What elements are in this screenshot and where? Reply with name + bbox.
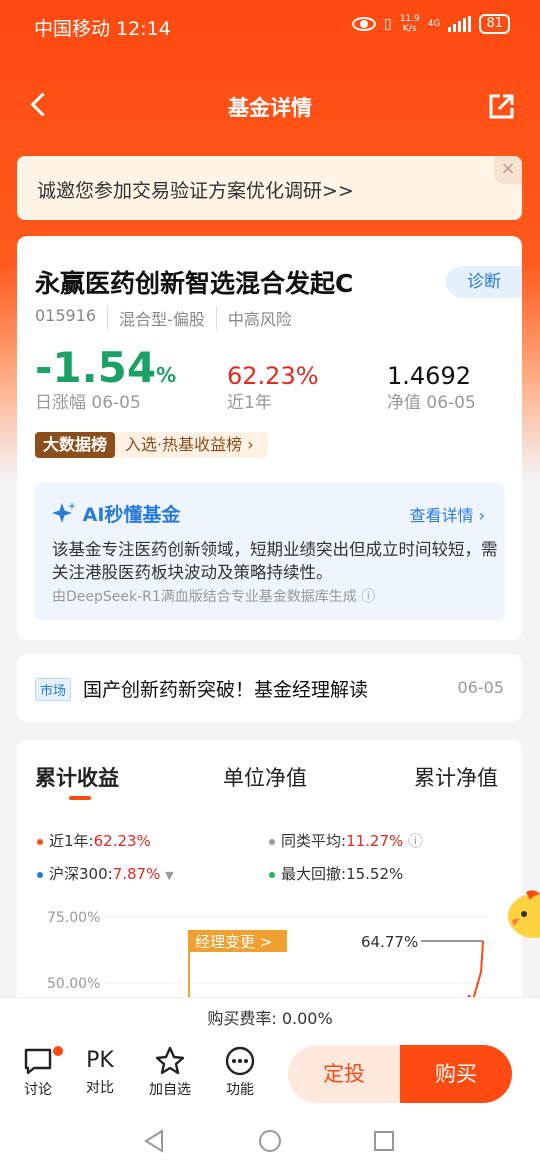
news-tag: 市场	[35, 678, 72, 701]
eye-comfort-icon	[351, 17, 376, 31]
pk-icon: PK	[86, 1048, 114, 1073]
vibrate-icon: ▯	[383, 16, 392, 32]
y-tick-label: 75.00%	[47, 910, 100, 926]
fund-name: 永赢医药创新智选混合发起C	[35, 269, 354, 298]
rank-tag[interactable]: 大数据榜 入选·热基收益榜 ›	[35, 432, 268, 458]
chart-tabs: 累计收益 单位净值 累计净值	[17, 762, 522, 802]
sip-button[interactable]: 定投	[288, 1045, 400, 1103]
fund-type: 混合型-偏股	[119, 306, 217, 330]
tab-unit-nav[interactable]: 单位净值	[223, 762, 307, 792]
compare-button[interactable]: PK 对比	[72, 1045, 128, 1097]
fund-summary-card: 永赢医药创新智选混合发起C 诊断 015916 混合型-偏股 中高风险 -1.5…	[17, 236, 522, 640]
legend-peer-average: 同类平均:11.27% ⓘ	[269, 830, 423, 851]
performance-card: 累计收益 单位净值 累计净值 近1年:62.23% 同类平均:11.27% ⓘ …	[17, 740, 522, 1010]
news-date: 06-05	[457, 678, 505, 697]
peak-label: 64.77%	[361, 933, 418, 951]
battery-icon: 81	[479, 14, 510, 34]
big-data-rank-badge: 大数据榜	[35, 432, 116, 458]
close-icon[interactable]: ×	[494, 156, 522, 184]
legend-year: 近1年:62.23%	[37, 830, 151, 851]
sparkle-icon	[52, 502, 76, 523]
nav-bar: 基金详情	[0, 80, 540, 136]
signal-icon	[448, 16, 472, 32]
star-icon	[155, 1046, 185, 1075]
bottom-action-bar: 讨论 PK 对比 加自选 功能 定投 购买	[0, 1039, 540, 1111]
legend-hs300[interactable]: 沪深300:7.87% ▼	[37, 863, 174, 884]
rank-tag-text: 入选·热基收益榜 ›	[125, 435, 254, 454]
net-value: 1.4692 净值 06-05	[387, 348, 476, 413]
info-icon[interactable]: ⓘ	[408, 832, 423, 850]
ai-title: AI秒懂基金	[52, 500, 180, 527]
return-chart[interactable]: 75.00% 50.00% 经理变更 > 64.77%	[17, 900, 522, 1010]
fund-meta: 015916 混合型-偏股 中高风险	[35, 306, 314, 330]
ai-summary: AI秒懂基金 查看详情 › 该基金专注医药创新领域，短期业绩突出但成立时间较短，…	[34, 482, 505, 620]
info-icon[interactable]: ⓘ	[361, 589, 375, 605]
chevron-right-icon: ›	[478, 506, 485, 525]
diagnose-button[interactable]: 诊断	[446, 266, 522, 298]
tab-underline	[69, 796, 91, 800]
caret-down-icon: ▼	[165, 869, 174, 882]
daily-change-unit: %	[156, 363, 177, 387]
y-tick-label: 50.00%	[47, 976, 100, 992]
system-nav-bar	[0, 1111, 540, 1170]
ai-detail-link[interactable]: 查看详情 ›	[409, 502, 485, 526]
more-icon	[225, 1046, 255, 1076]
recents-nav-icon[interactable]	[374, 1131, 394, 1151]
ai-source: 由DeepSeek-R1满血版结合专业基金数据库生成 ⓘ	[52, 589, 376, 605]
daily-change: -1.54% 日涨幅 06-05	[35, 347, 177, 414]
back-nav-icon[interactable]	[144, 1129, 163, 1153]
daily-change-value: -1.54	[35, 343, 157, 392]
chat-icon	[24, 1048, 52, 1075]
news-title: 国产创新药新突破！基金经理解读	[83, 679, 369, 701]
home-nav-icon[interactable]	[259, 1130, 281, 1152]
tab-cumulative-return[interactable]: 累计收益	[35, 762, 119, 792]
status-bar: 中国移动 12:14 ▯ 11.9 K/s 4G 81	[0, 0, 540, 52]
add-watchlist-button[interactable]: 加自选	[142, 1045, 198, 1099]
fee-bar: 购买费率: 0.00%	[0, 997, 540, 1039]
page-title: 基金详情	[228, 96, 312, 120]
notification-dot	[52, 1045, 64, 1057]
survey-banner-text: 诚邀您参加交易验证方案优化调研>>	[37, 180, 354, 202]
legend-max-drawdown: 最大回撤:15.52%	[269, 863, 403, 884]
fund-risk: 中高风险	[227, 310, 292, 329]
mascot-icon[interactable]	[506, 886, 540, 942]
buy-button[interactable]: 购买	[400, 1045, 512, 1103]
year-return-value: 62.23%	[227, 362, 319, 390]
survey-banner[interactable]: 诚邀您参加交易验证方案优化调研>> ×	[17, 156, 522, 220]
share-icon[interactable]	[486, 92, 516, 122]
features-button[interactable]: 功能	[212, 1045, 268, 1099]
fund-code: 015916	[35, 306, 109, 330]
ai-text: 该基金专注医药创新领域，短期业绩突出但成立时间较短，需关注港股医药板块波动及策略…	[52, 540, 498, 582]
net-value-label: 净值 06-05	[387, 393, 476, 413]
network-speed: 11.9 K/s	[399, 14, 420, 34]
manager-change-label: 经理变更 >	[195, 933, 272, 951]
tab-cumulative-nav[interactable]: 累计净值	[414, 762, 498, 792]
discuss-button[interactable]: 讨论	[10, 1045, 66, 1099]
network-type: 4G	[427, 19, 441, 29]
year-return: 62.23% 近1年	[227, 348, 319, 413]
net-value-value: 1.4692	[387, 362, 471, 390]
news-item[interactable]: 市场 国产创新药新突破！基金经理解读 06-05	[17, 654, 522, 722]
carrier-time: 中国移动 12:14	[34, 18, 171, 40]
chevron-right-icon: ›	[247, 435, 254, 454]
